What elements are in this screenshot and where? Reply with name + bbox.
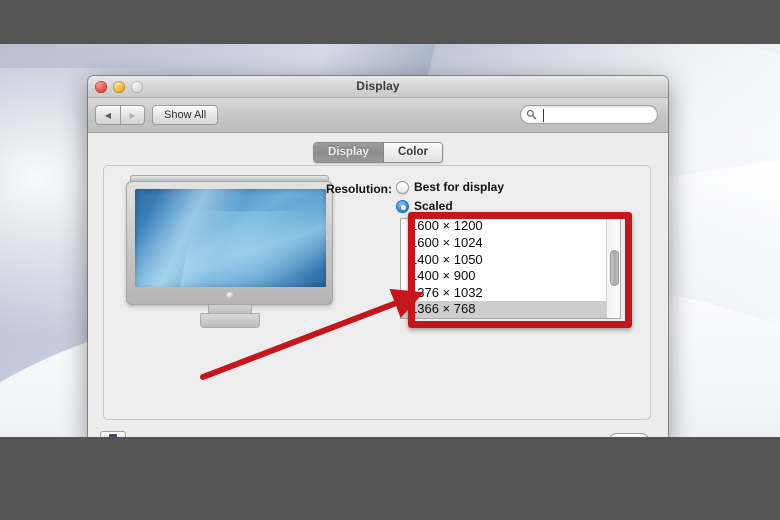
- radio-best-for-display-indicator[interactable]: [396, 180, 409, 194]
- list-item[interactable]: 1600 × 1200: [401, 219, 620, 235]
- show-all-button[interactable]: Show All: [152, 105, 219, 125]
- radio-best-for-display-label: Best for display: [414, 180, 505, 194]
- window-title: Display: [356, 79, 400, 93]
- wallpaper-swirl-c: [169, 210, 323, 287]
- radio-best-for-display[interactable]: Best for display: [396, 180, 504, 194]
- back-button[interactable]: ◀: [95, 105, 120, 125]
- resolution-list-scrollbar[interactable]: [606, 219, 620, 318]
- radio-scaled-indicator[interactable]: [396, 199, 409, 213]
- search-icon: [526, 109, 537, 120]
- monitor-preview: [126, 173, 333, 328]
- list-item[interactable]: 1400 × 900: [401, 268, 620, 285]
- forward-button[interactable]: ▶: [120, 105, 145, 125]
- list-item[interactable]: 1376 × 1032: [401, 285, 620, 302]
- letterbox-bottom: [0, 437, 780, 520]
- tab-display[interactable]: Display: [314, 143, 384, 162]
- radio-scaled[interactable]: Scaled: [396, 199, 453, 213]
- list-item-selected[interactable]: 1366 × 768: [401, 301, 620, 318]
- window-body: Display Color Resolution: Best for displ…: [88, 133, 668, 442]
- window-titlebar[interactable]: Display: [88, 76, 668, 98]
- resolution-list[interactable]: 1600 × 1200 1600 × 1024 1400 × 1050 1400…: [400, 218, 621, 319]
- search-field[interactable]: [520, 105, 658, 124]
- tab-color[interactable]: Color: [383, 143, 442, 162]
- text-cursor: [543, 109, 544, 122]
- monitor-screen: [135, 189, 326, 287]
- letterbox-top: [0, 0, 780, 44]
- list-item[interactable]: 1600 × 1024: [401, 235, 620, 252]
- search-input[interactable]: [540, 108, 656, 121]
- display-settings-panel: Resolution: Best for display Scaled 1600…: [103, 165, 651, 420]
- radio-scaled-label: Scaled: [414, 199, 453, 213]
- scrollbar-thumb[interactable]: [610, 250, 619, 286]
- list-item[interactable]: 1400 × 1050: [401, 252, 620, 269]
- monitor-base: [199, 313, 260, 328]
- navigation-buttons: ◀ ▶: [95, 105, 145, 125]
- tab-bar: Display Color: [313, 142, 443, 163]
- apple-logo-icon: [226, 292, 233, 299]
- display-preferences-window: Display ◀ ▶ Show All Display Color Resol…: [88, 76, 668, 442]
- resolution-label: Resolution:: [326, 182, 392, 196]
- window-toolbar: ◀ ▶ Show All: [88, 98, 668, 133]
- monitor-bezel: [126, 181, 333, 305]
